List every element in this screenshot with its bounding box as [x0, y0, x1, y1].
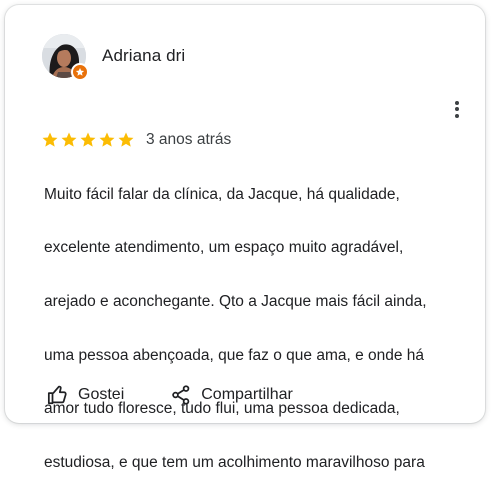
more-options-button[interactable] — [451, 97, 463, 121]
more-vert-icon — [455, 100, 459, 105]
thumb-up-icon — [47, 385, 67, 405]
review-line: excelente atendimento, um espaço muito a… — [44, 239, 404, 257]
star-rating — [41, 131, 135, 149]
review-line: uma pessoa abençoada, que faz o que ama,… — [44, 346, 425, 364]
review-line: arejado e aconchegante. Qto a Jacque mai… — [44, 292, 427, 310]
like-button[interactable]: Gostei — [47, 384, 124, 406]
review-date: 3 anos atrás — [146, 131, 232, 148]
share-button[interactable]: Compartilhar — [170, 384, 293, 406]
star-icon — [42, 132, 58, 147]
star-badge-icon — [75, 68, 85, 76]
star-icon — [61, 132, 77, 147]
star-icon — [80, 132, 96, 147]
share-icon — [172, 385, 190, 405]
author-avatar-wrap[interactable] — [42, 34, 89, 81]
like-label: Gostei — [78, 386, 125, 403]
review-line: Muito fácil falar da clínica, da Jacque,… — [44, 185, 400, 203]
review-actions: Gostei Compartilhar — [47, 384, 293, 406]
star-icon — [99, 132, 115, 147]
rating-row: 3 anos atrás — [41, 131, 231, 149]
local-guide-badge — [71, 63, 89, 81]
author-name[interactable]: Adriana dri — [102, 46, 185, 66]
review-line: estudiosa, e que tem um acolhimento mara… — [44, 453, 425, 471]
review-header: Adriana dri — [42, 34, 185, 81]
review-text: Muito fácil falar da clínica, da Jacque,… — [44, 155, 484, 503]
share-label: Compartilhar — [201, 386, 293, 403]
review-card: Adriana dri 3 anos atrás Muito fácil fal… — [5, 5, 485, 471]
star-icon — [118, 132, 134, 147]
